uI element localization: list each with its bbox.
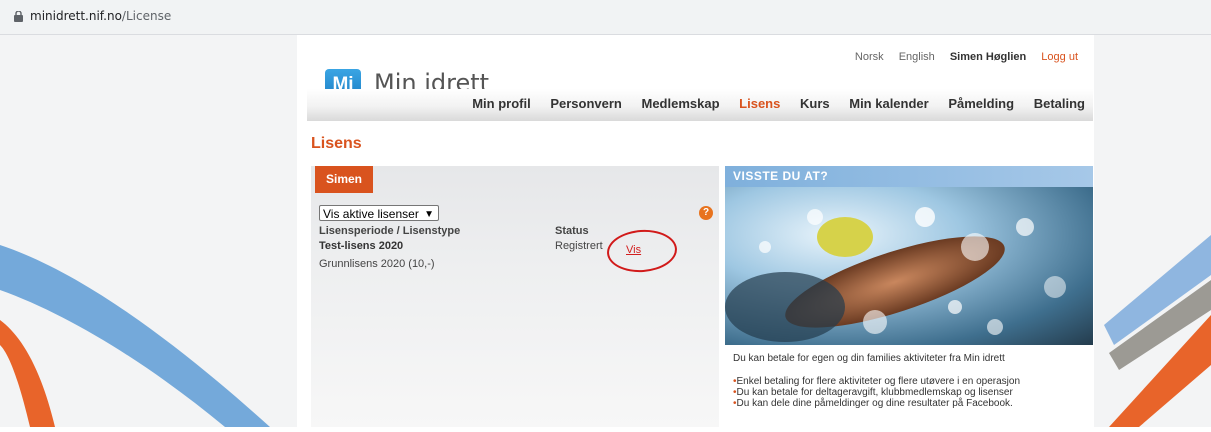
nav-medlemskap[interactable]: Medlemskap [642, 96, 720, 111]
license-filter-value: Vis aktive lisenser [323, 207, 419, 221]
url-host: minidrett.nif.no [30, 9, 122, 23]
license-filter-select[interactable]: Vis aktive lisenser ▼ [319, 205, 439, 221]
help-icon[interactable]: ? [699, 206, 713, 220]
right-decoration-stripes [1104, 235, 1211, 427]
page-container: Mi Min idrett Norsk English Simen Høglie… [297, 35, 1094, 427]
browser-url-bar[interactable]: minidrett.nif.no/License [0, 0, 1211, 35]
left-decoration-swoosh [0, 245, 270, 427]
license-name: Test-lisens 2020 [319, 240, 404, 252]
nav-min-profil[interactable]: Min profil [472, 96, 531, 111]
lock-icon [14, 11, 23, 22]
page-title: Lisens [311, 135, 362, 152]
nav-betaling[interactable]: Betaling [1034, 96, 1085, 111]
chevron-down-icon: ▼ [424, 209, 434, 220]
info-bullet: Enkel betaling for flere aktiviteter og … [733, 376, 1021, 387]
license-panel: Simen Vis aktive lisenser ▼ ? Lisensperi… [311, 166, 719, 427]
annotation-circle [605, 227, 679, 275]
nav-kurs[interactable]: Kurs [800, 96, 830, 111]
top-links: Norsk English Simen Høglien Logg ut [843, 51, 1078, 63]
url-path: /License [121, 9, 172, 23]
url-text[interactable]: minidrett.nif.no/License [30, 9, 171, 23]
column-header-status: Status [555, 225, 589, 237]
swimmer-photo [725, 187, 1093, 345]
right-background [1094, 35, 1211, 427]
info-intro: Du kan betale for egen og din families a… [733, 353, 1005, 364]
nav-personvern[interactable]: Personvern [550, 96, 622, 111]
language-norsk-link[interactable]: Norsk [855, 51, 884, 63]
left-background [0, 35, 297, 427]
user-name-link[interactable]: Simen Høglien [950, 51, 1026, 63]
info-bullet-list: Enkel betaling for flere aktiviteter og … [733, 376, 1021, 409]
nav-min-kalender[interactable]: Min kalender [849, 96, 928, 111]
tab-simen[interactable]: Simen [315, 166, 373, 193]
info-bullet: Du kan dele dine påmeldinger og dine res… [733, 398, 1020, 409]
nav-lisens[interactable]: Lisens [739, 96, 780, 111]
language-english-link[interactable]: English [899, 51, 935, 63]
logout-link[interactable]: Logg ut [1041, 51, 1078, 63]
nav-pamelding[interactable]: Påmelding [948, 96, 1014, 111]
info-bullet: Du kan betale for deltageravgift, klubbm… [733, 387, 1020, 398]
main-navigation: Min profil Personvern Medlemskap Lisens … [307, 89, 1093, 121]
column-header-period-type: Lisensperiode / Lisenstype [319, 225, 461, 237]
swimmer-splash-image [725, 207, 1066, 342]
license-status: Registrert [555, 240, 603, 252]
license-type: Grunnlisens 2020 (10,-) [319, 258, 435, 270]
info-heading: VISSTE DU AT? [725, 166, 1093, 187]
